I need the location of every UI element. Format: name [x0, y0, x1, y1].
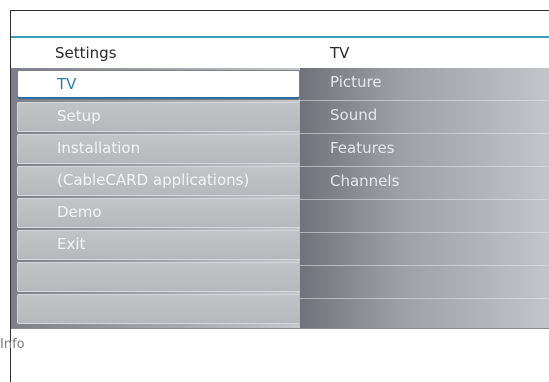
- top-strip: [11, 11, 549, 36]
- menu-header: Settings TV: [11, 38, 549, 68]
- menu-item-setup[interactable]: Setup: [17, 102, 300, 132]
- submenu-panel: Picture Sound Features Channels: [300, 68, 549, 328]
- menu-item-tv[interactable]: TV: [17, 70, 300, 100]
- submenu-item-empty: [300, 233, 549, 266]
- submenu-item-label: Channels: [330, 172, 400, 190]
- submenu-item-label: Sound: [330, 106, 378, 124]
- menu-item-label: Exit: [57, 235, 86, 253]
- submenu-item-label: Picture: [330, 73, 382, 91]
- submenu-item-empty: [300, 200, 549, 233]
- menu-item-cablecard-applications[interactable]: (CableCARD applications): [17, 166, 300, 196]
- submenu-item-channels[interactable]: Channels: [300, 167, 549, 200]
- main-menu-panel: TV Setup Installation (CableCARD applica…: [11, 68, 300, 328]
- menu-item-label: TV: [57, 75, 77, 93]
- menu-item-demo[interactable]: Demo: [17, 198, 300, 228]
- menu-item-installation[interactable]: Installation: [17, 134, 300, 164]
- info-label: Info: [0, 337, 25, 352]
- menu-item-empty: [17, 294, 300, 324]
- tv-menu-window: Settings TV TV Setup Installation (Cable…: [10, 10, 549, 382]
- footer-divider: [11, 328, 549, 329]
- submenu-item-picture[interactable]: Picture: [300, 68, 549, 101]
- submenu-item-label: Features: [330, 139, 395, 157]
- menu-item-exit[interactable]: Exit: [17, 230, 300, 260]
- settings-title: Settings: [55, 44, 117, 62]
- submenu-item-features[interactable]: Features: [300, 134, 549, 167]
- menu-item-label: Demo: [57, 203, 102, 221]
- menu-item-label: (CableCARD applications): [57, 171, 250, 189]
- submenu-item-empty: [300, 266, 549, 299]
- menu-item-label: Setup: [57, 107, 101, 125]
- menu-item-label: Installation: [57, 139, 141, 157]
- submenu-title: TV: [330, 44, 350, 62]
- submenu-item-sound[interactable]: Sound: [300, 101, 549, 134]
- menu-item-empty: [17, 262, 300, 292]
